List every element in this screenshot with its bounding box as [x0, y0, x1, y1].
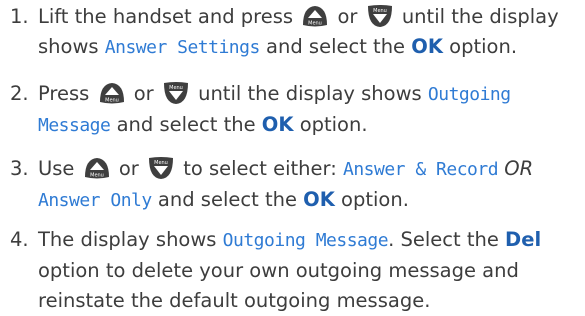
step-text: Press or until the display shows Outgoin… [38, 79, 578, 141]
text: option. [299, 113, 368, 136]
ok-option: OK [411, 35, 443, 58]
text: Use [38, 157, 75, 180]
text: to select either: [183, 157, 337, 180]
step-number: 2. [10, 82, 29, 105]
text: Press [38, 82, 90, 105]
text: option to delete your own outgoing messa… [38, 259, 519, 282]
step-text: Lift the handset and press or until the … [38, 2, 578, 63]
up-arrow-menu-key-icon [97, 80, 127, 106]
or-italic: OR [504, 157, 534, 180]
text: reinstate the default outgoing message. [38, 289, 431, 312]
del-option: Del [505, 228, 542, 251]
lcd-text: Answer & Record [342, 159, 499, 180]
step-number: 1. [10, 5, 29, 28]
text: and select the [266, 35, 406, 58]
lcd-text: Message [38, 115, 111, 136]
up-arrow-menu-key-icon [300, 3, 330, 29]
down-arrow-menu-key-icon [146, 155, 176, 181]
text: and select the [157, 188, 297, 211]
up-arrow-menu-key-icon [82, 155, 112, 181]
text: shows [38, 35, 99, 58]
step-number: 4. [10, 228, 29, 251]
text: option. [341, 188, 409, 211]
text: Lift the handset and press [38, 5, 294, 28]
ok-option: OK [261, 113, 294, 136]
text: or [337, 5, 358, 28]
text: until the display [401, 5, 559, 28]
text: and select the [116, 113, 256, 136]
text: or [133, 82, 154, 105]
lcd-text: Outgoing Message [222, 230, 389, 251]
text: or [118, 157, 139, 180]
step-number: 3. [10, 157, 29, 180]
lcd-text: Outgoing [427, 84, 511, 105]
ok-option: OK [303, 188, 335, 211]
step-text: Use or to select either: Answer & Record… [38, 154, 578, 216]
lcd-text: Answer Only [38, 190, 152, 211]
text: . Select the [388, 228, 499, 251]
text: option. [449, 35, 518, 58]
down-arrow-menu-key-icon [161, 80, 191, 106]
down-arrow-menu-key-icon [365, 3, 395, 29]
text: until the display shows [198, 82, 422, 105]
step-text: The display shows Outgoing Message. Sele… [38, 225, 578, 316]
text: The display shows [38, 228, 217, 251]
lcd-text: Answer Settings [104, 37, 261, 58]
